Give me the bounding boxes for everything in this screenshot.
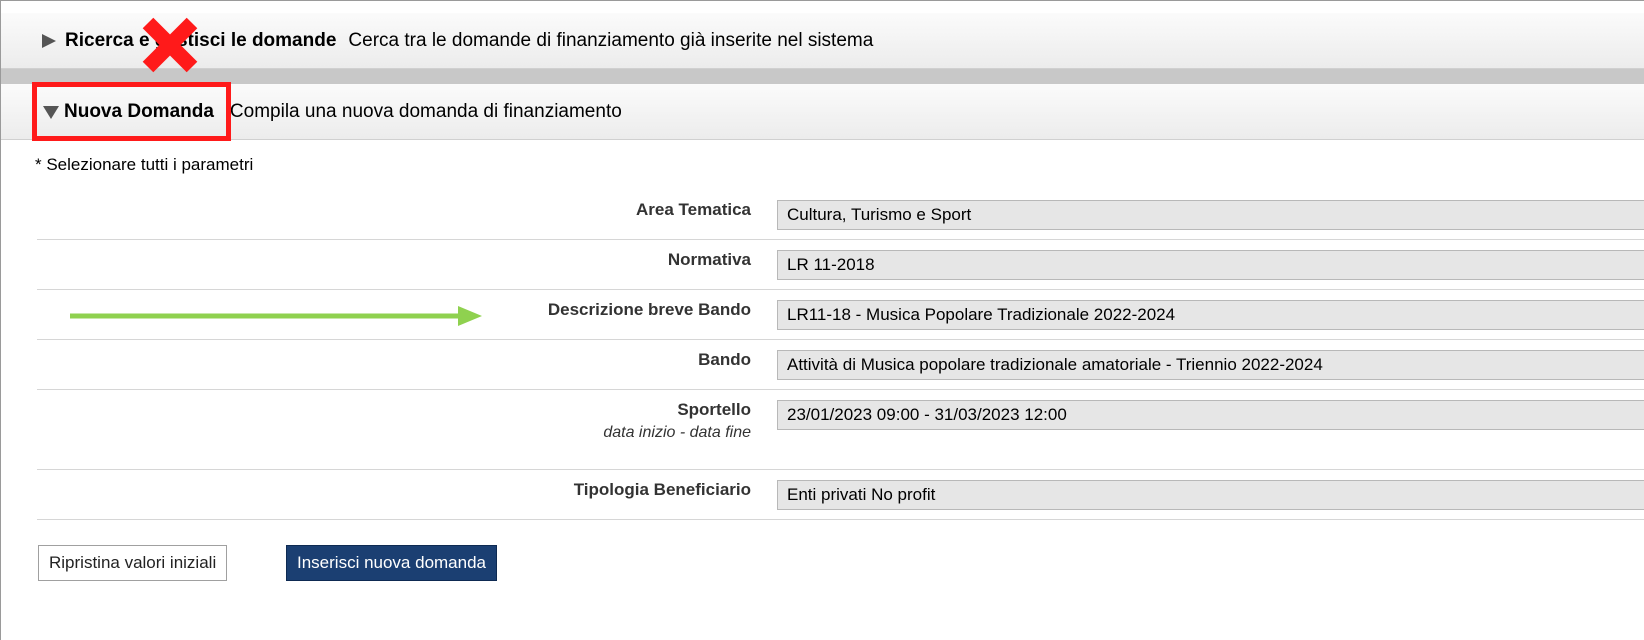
field-label: Normativa bbox=[667, 250, 751, 269]
field-row-normativa: Normativa LR 11-2018 bbox=[37, 240, 1644, 290]
normativa-select[interactable]: LR 11-2018 bbox=[777, 250, 1644, 280]
insert-new-application-button[interactable]: Inserisci nuova domanda bbox=[286, 545, 498, 581]
triangle-right-icon bbox=[39, 31, 59, 51]
section-search-header[interactable]: Ricerca e gestisci le domande Cerca tra … bbox=[1, 13, 1644, 69]
area-tematica-select[interactable]: Cultura, Turismo e Sport bbox=[777, 200, 1644, 230]
highlight-box bbox=[32, 82, 231, 141]
section-search-description: Cerca tra le domande di finanziamento gi… bbox=[348, 29, 874, 51]
field-label: Tipologia Beneficiario bbox=[573, 480, 751, 499]
required-note: * Selezionare tutti i parametri bbox=[35, 155, 254, 174]
section-new-description: Compila una nuova domanda di finanziamen… bbox=[229, 100, 622, 122]
sportello-select[interactable]: 23/01/2023 09:00 - 31/03/2023 12:00 bbox=[777, 400, 1644, 430]
descrizione-bando-select[interactable]: LR11-18 - Musica Popolare Tradizionale 2… bbox=[777, 300, 1644, 330]
field-row-sportello: Sportello data inizio - data fine 23/01/… bbox=[37, 390, 1644, 470]
field-label: Area Tematica bbox=[636, 200, 751, 219]
sportello-label: Sportello bbox=[677, 400, 751, 419]
green-arrow-icon bbox=[70, 306, 482, 326]
tipologia-beneficiario-select[interactable]: Enti privati No profit bbox=[777, 480, 1644, 510]
bando-select[interactable]: Attività di Musica popolare tradizionale… bbox=[777, 350, 1644, 380]
field-row-bando: Bando Attività di Musica popolare tradiz… bbox=[37, 340, 1644, 390]
field-label: Sportello data inizio - data fine bbox=[603, 400, 751, 442]
field-row-tipologia-beneficiario: Tipologia Beneficiario Enti privati No p… bbox=[37, 470, 1644, 520]
section-divider bbox=[1, 69, 1644, 85]
field-label: Bando bbox=[698, 350, 751, 369]
field-row-area-tematica: Area Tematica Cultura, Turismo e Sport bbox=[37, 190, 1644, 240]
section-search-title: Ricerca e gestisci le domande bbox=[65, 29, 337, 51]
reset-button[interactable]: Ripristina valori iniziali bbox=[38, 545, 228, 581]
red-x-icon bbox=[142, 17, 198, 73]
section-new-header[interactable]: Nuova Domanda Compila una nuova domanda … bbox=[1, 84, 1644, 140]
field-label: Descrizione breve Bando bbox=[547, 300, 751, 319]
sportello-sublabel: data inizio - data fine bbox=[603, 424, 751, 441]
